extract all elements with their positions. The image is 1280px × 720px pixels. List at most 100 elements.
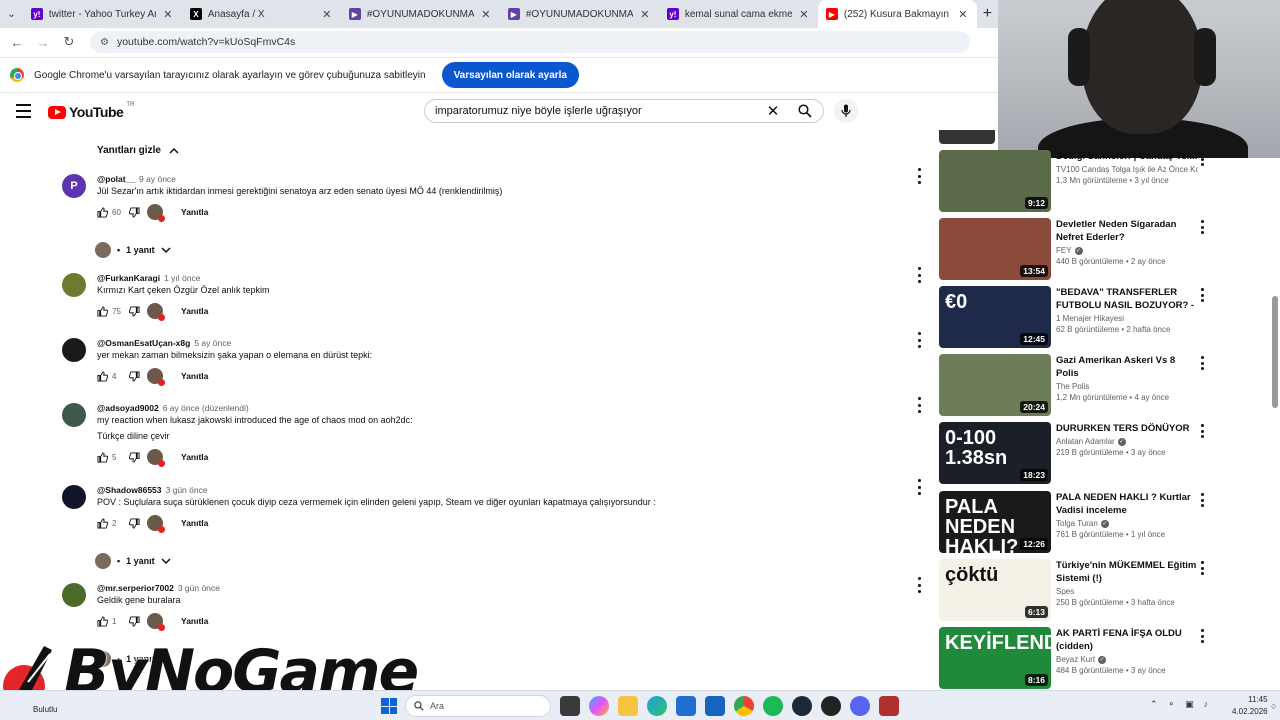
spotify-icon[interactable] [763,696,783,716]
dislike-button[interactable] [129,615,147,627]
comment-author[interactable]: @Shadow86553 [97,485,162,495]
video-thumbnail[interactable]: PALA NEDEN HAKLI? 12:26 [939,491,1051,553]
video-more-icon[interactable] [1198,220,1206,234]
comment-more-icon[interactable] [914,479,924,495]
obs-icon[interactable] [821,696,841,716]
volume-icon[interactable]: ♪ [1204,699,1209,710]
file-explorer-icon[interactable] [618,696,638,716]
comment-author[interactable]: @adsoyad9002 [97,403,159,413]
video-channel[interactable]: Beyaz Kurt ✓ [1056,655,1198,664]
comment-time[interactable]: 1 yıl önce [164,273,200,283]
video-title[interactable]: Gazi Amerikan Askeri Vs 8 Polis [1056,354,1198,380]
video-title[interactable]: Türkiye'nin MÜKEMMEL Eğitim Sistemi (!) [1056,559,1198,585]
comment-author[interactable]: @mr.serperior7002 [97,583,174,593]
video-channel[interactable]: The Polis [1056,382,1198,391]
close-tab-icon[interactable]: ✕ [162,8,174,21]
mic-tray-icon[interactable]: ⚬ [1168,699,1176,710]
like-button[interactable]: 75 [97,305,129,317]
discord-icon[interactable] [850,696,870,716]
close-tab-icon[interactable]: ✕ [321,8,333,21]
related-video[interactable]: çöktü 6:13 Türkiye'nin MÜKEMMEL Eğitim Sis… [938,559,1210,621]
related-video[interactable]: KEYİFLENDİ 8:16 AK PARTİ FENA İFŞA OLDU (c… [938,627,1210,689]
like-button[interactable]: 2 [97,517,129,529]
browser-tab[interactable]: y! twitter - Yahoo Turkey Arama S ✕ [23,0,182,28]
store-icon[interactable] [676,696,696,716]
page-scrollbar[interactable] [1271,158,1279,690]
close-tab-icon[interactable]: ✕ [639,8,651,21]
taskbar-clock[interactable]: 11:45 4.02.2026 [1232,694,1268,718]
comment-time[interactable]: 6 ay önce (düzenlendi) [163,403,249,413]
browser-tab[interactable]: ▶ (252) Kusura Bakmayın Ama Ya ✕ [817,0,977,28]
like-button[interactable]: 60 [97,206,129,218]
network-icon[interactable]: ▣ [1185,699,1194,710]
edge-icon[interactable] [647,696,667,716]
close-tab-icon[interactable]: ✕ [480,8,492,21]
tray-chevron-icon[interactable]: ⌃ [1150,699,1158,710]
outlook-icon[interactable] [705,696,725,716]
reply-button[interactable]: Yanıtla [181,616,208,626]
related-video[interactable]: 13:54 Devletler Neden Sigaradan Nefret Ed… [938,218,1210,280]
browser-tab[interactable]: y! kemal sunal cama ekmek banm ✕ [659,0,818,28]
browser-tab[interactable]: X Anasayfa / X ✕ [182,0,341,28]
scrollbar-thumb[interactable] [1272,296,1278,408]
comment-author[interactable]: @OsmanEsatUçan-x8g [97,338,190,348]
site-info-icon[interactable]: ⚙ [100,37,109,48]
weather-label[interactable]: Bulutlu [33,705,57,714]
reply-button[interactable]: Yanıtla [181,371,208,381]
video-thumbnail[interactable]: çöktü 6:13 [939,559,1051,621]
close-tab-icon[interactable]: ✕ [957,8,969,21]
related-video[interactable]: 9:12 Dediği Sahneler! | Candaş Tol... TV10… [938,150,1210,212]
avatar[interactable]: P [62,174,86,198]
avatar[interactable] [62,485,86,509]
video-thumbnail[interactable]: KEYİFLENDİ 8:16 [939,627,1051,689]
comment-time[interactable]: 9 ay önce [139,174,176,184]
browser-tab[interactable]: ▶ #OYUNUMADOKUNMA - Dijita ✕ [341,0,500,28]
avatar[interactable] [62,583,86,607]
menu-icon[interactable] [16,104,31,118]
video-thumbnail[interactable]: 9:12 [939,150,1051,212]
video-thumbnail[interactable]: €0 12:45 [939,286,1051,348]
related-video[interactable]: 0-100 1.38sn 18:23 DURURKEN TERS DÖNÜYOR An… [938,422,1210,484]
dislike-button[interactable] [129,206,147,218]
like-button[interactable]: 1 [97,615,129,627]
show-replies-button[interactable]: • 1 yanıt [95,553,171,569]
related-video[interactable]: 20:24 Gazi Amerikan Askeri Vs 8 Polis The … [938,354,1210,416]
taskbar-search-input[interactable]: Ara [405,695,551,717]
dislike-button[interactable] [129,451,147,463]
video-channel[interactable]: FEY ✓ [1056,246,1198,255]
video-thumbnail[interactable]: 20:24 [939,354,1051,416]
avatar[interactable] [62,273,86,297]
video-more-icon[interactable] [1198,493,1206,507]
comment-author[interactable]: @polat__ [97,174,135,184]
video-more-icon[interactable] [1198,152,1206,166]
like-button[interactable]: 5 [97,451,129,463]
related-video[interactable]: PALA NEDEN HAKLI? 12:26 PALA NEDEN HAKLI ?… [938,491,1210,553]
start-icon[interactable] [381,698,397,714]
app-icon[interactable] [879,696,899,716]
like-button[interactable]: 4 [97,370,129,382]
steam-icon[interactable] [792,696,812,716]
youtube-logo[interactable]: YouTube TR [48,102,134,120]
notification-icon[interactable]: ○ [1271,701,1276,711]
reload-icon[interactable]: ↻ [58,31,80,53]
comment-more-icon[interactable] [914,577,924,593]
close-tab-icon[interactable]: ✕ [798,8,810,21]
voice-search-icon[interactable] [834,99,858,123]
video-more-icon[interactable] [1198,561,1206,575]
back-icon[interactable]: ← [6,31,28,53]
dislike-button[interactable] [129,370,147,382]
reply-button[interactable]: Yanıtla [181,518,208,528]
show-replies-button[interactable]: • 1 yanıt [95,242,171,258]
comment-author[interactable]: @FurkanKaragi [97,273,160,283]
video-more-icon[interactable] [1198,424,1206,438]
forward-icon[interactable]: → [32,31,54,53]
video-channel[interactable]: Anlatan Adamlar ✓ [1056,437,1198,446]
new-tab-button[interactable]: + [977,0,998,28]
reply-button[interactable]: Yanıtla [181,207,208,217]
hide-replies-button[interactable]: Yanıtları gizle [97,145,179,156]
video-thumbnail[interactable]: 13:54 [939,218,1051,280]
video-thumbnail[interactable]: 0-100 1.38sn 18:23 [939,422,1051,484]
reply-button[interactable]: Yanıtla [181,452,208,462]
comment-time[interactable]: 5 ay önce [194,338,231,348]
video-channel[interactable]: 1 Menajer Hikayesi [1056,314,1198,323]
